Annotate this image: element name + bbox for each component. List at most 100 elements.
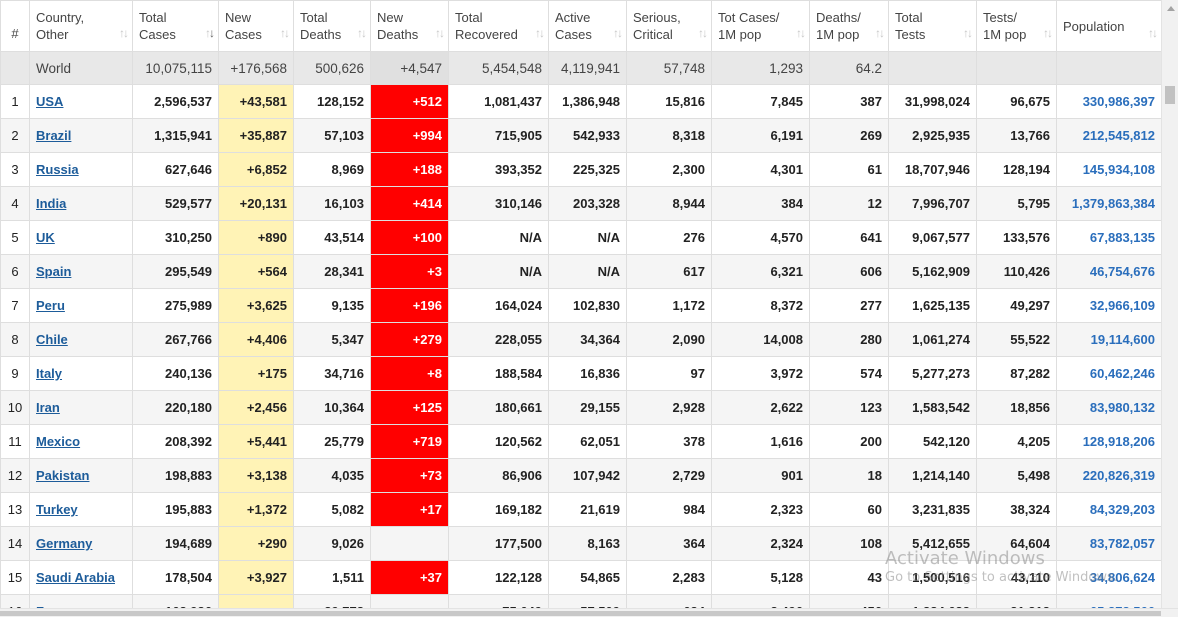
column-header-label: New bbox=[225, 10, 252, 25]
new-cases-cell: +2,456 bbox=[218, 390, 294, 425]
vertical-scrollbar[interactable] bbox=[1161, 0, 1178, 608]
total-recovered-cell: 1,081,437 bbox=[448, 84, 549, 119]
table-row: 5 UK 310,250 +890 43,514 +100 N/A N/A 276 4,570 64… bbox=[0, 220, 1161, 255]
total-deaths-cell: 10,364 bbox=[293, 390, 371, 425]
population-cell: 1,379,863,384 bbox=[1056, 186, 1161, 221]
total-tests-cell: 3,231,835 bbox=[888, 492, 977, 527]
column-header-label: Deaths/ bbox=[816, 10, 861, 25]
total-recovered-cell: 75,649 bbox=[448, 594, 549, 608]
column-header-label: Tot Cases/ bbox=[718, 10, 780, 25]
country-link[interactable]: Iran bbox=[36, 400, 60, 415]
table-row: 6 Spain 295,549 +564 28,341 +3 N/A N/A 617 6,321 6… bbox=[0, 254, 1161, 289]
total-recovered-cell: 393,352 bbox=[448, 152, 549, 187]
column-header-serious-critical[interactable]: Serious, Critical ↑↓ bbox=[626, 0, 712, 52]
deaths-per-1m-cell: 61 bbox=[809, 152, 889, 187]
table-row: 9 Italy 240,136 +175 34,716 +8 188,584 16,836 97… bbox=[0, 356, 1161, 391]
cases-per-1m-cell: 384 bbox=[711, 186, 810, 221]
sort-arrows-icon[interactable]: ↑↓ bbox=[280, 25, 290, 42]
table-row: 2 Brazil 1,315,941 +35,887 57,103 +994 715,905… bbox=[0, 118, 1161, 153]
sort-arrows-icon[interactable]: ↑↓ bbox=[613, 25, 623, 42]
country-link[interactable]: Germany bbox=[36, 536, 92, 551]
total-deaths-cell: 5,082 bbox=[293, 492, 371, 527]
total-cases-cell: 1,315,941 bbox=[132, 118, 219, 153]
country-cell: Saudi Arabia bbox=[29, 560, 133, 595]
country-link[interactable]: Spain bbox=[36, 264, 71, 279]
cases-per-1m-cell: 2,324 bbox=[711, 526, 810, 561]
country-link[interactable]: Brazil bbox=[36, 128, 71, 143]
new-cases-cell: +564 bbox=[218, 254, 294, 289]
sort-arrows-icon[interactable]: ↑↓ bbox=[875, 25, 885, 42]
total-tests-cell: 1,500,516 bbox=[888, 560, 977, 595]
total-cases-cell: 529,577 bbox=[132, 186, 219, 221]
country-link[interactable]: Chile bbox=[36, 332, 68, 347]
column-header-population[interactable]: Population ↑↓ bbox=[1056, 0, 1161, 52]
column-header-label: Total bbox=[895, 10, 923, 25]
new-cases-cell: +3,625 bbox=[218, 288, 294, 323]
sort-arrows-icon[interactable]: ↑↓ bbox=[796, 25, 806, 42]
column-header-tot-cases-1m-pop[interactable]: Tot Cases/1M pop ↑↓ bbox=[711, 0, 810, 52]
row-index: 12 bbox=[0, 458, 30, 493]
country-cell: Spain bbox=[29, 254, 133, 289]
horizontal-scrollbar[interactable] bbox=[0, 608, 1178, 617]
country-link[interactable]: USA bbox=[36, 94, 63, 109]
serious-critical-cell: 1,172 bbox=[626, 288, 712, 323]
column-header-label: 1M pop bbox=[816, 27, 860, 42]
cases-per-1m-cell: 6,321 bbox=[711, 254, 810, 289]
country-link[interactable]: Mexico bbox=[36, 434, 80, 449]
column-header-total-deaths[interactable]: Total Deaths ↑↓ bbox=[293, 0, 371, 52]
column-header-label: Recovered bbox=[455, 27, 518, 42]
column-header-total-tests[interactable]: Total Tests ↑↓ bbox=[888, 0, 977, 52]
sort-arrows-icon[interactable]: ↑↓ bbox=[357, 25, 367, 42]
sort-arrows-icon[interactable]: ↑↓ bbox=[119, 25, 129, 42]
column-header-total-recovered[interactable]: Total Recovered ↑↓ bbox=[448, 0, 549, 52]
vertical-scroll-thumb[interactable] bbox=[1165, 86, 1175, 104]
population-cell: 84,329,203 bbox=[1056, 492, 1161, 527]
total-tests-cell: 18,707,946 bbox=[888, 152, 977, 187]
population-cell: 330,986,397 bbox=[1056, 84, 1161, 119]
column-header-country-other[interactable]: Country, Other ↑↓ bbox=[29, 0, 133, 52]
total-cases-cell: 162,936 bbox=[132, 594, 219, 608]
sort-arrows-icon[interactable]: ↑↓ bbox=[205, 25, 215, 42]
sort-arrows-icon[interactable]: ↑↓ bbox=[963, 25, 973, 42]
column-header-total-cases[interactable]: Total Cases ↑↓ bbox=[132, 0, 219, 52]
world-index bbox=[0, 51, 30, 85]
country-cell: Russia bbox=[29, 152, 133, 187]
country-link[interactable]: Peru bbox=[36, 298, 65, 313]
population-cell: 46,754,676 bbox=[1056, 254, 1161, 289]
serious-critical-cell: 2,729 bbox=[626, 458, 712, 493]
column-header-deaths-1m-pop[interactable]: Deaths/1M pop ↑↓ bbox=[809, 0, 889, 52]
horizontal-scroll-thumb[interactable] bbox=[0, 611, 1161, 616]
country-link[interactable]: Italy bbox=[36, 366, 62, 381]
new-cases-cell: +890 bbox=[218, 220, 294, 255]
country-link[interactable]: Pakistan bbox=[36, 468, 89, 483]
serious-critical-cell: 984 bbox=[626, 492, 712, 527]
new-deaths-cell: +414 bbox=[370, 186, 449, 221]
country-link[interactable]: Saudi Arabia bbox=[36, 570, 115, 585]
column-header-: # bbox=[0, 0, 30, 52]
total-deaths-cell: 25,779 bbox=[293, 424, 371, 459]
sort-arrows-icon[interactable]: ↑↓ bbox=[1148, 25, 1158, 42]
column-header-new-cases[interactable]: New Cases ↑↓ bbox=[218, 0, 294, 52]
column-header-tests-1m-pop[interactable]: Tests/1M pop ↑↓ bbox=[976, 0, 1057, 52]
sort-arrows-icon[interactable]: ↑↓ bbox=[535, 25, 545, 42]
tests-per-1m-cell: 96,675 bbox=[976, 84, 1057, 119]
new-cases-cell: +3,927 bbox=[218, 560, 294, 595]
total-recovered-cell: N/A bbox=[448, 254, 549, 289]
column-header-new-deaths[interactable]: New Deaths ↑↓ bbox=[370, 0, 449, 52]
sort-arrows-icon[interactable]: ↑↓ bbox=[698, 25, 708, 42]
country-link[interactable]: UK bbox=[36, 230, 55, 245]
sort-arrows-icon[interactable]: ↑↓ bbox=[1043, 25, 1053, 42]
scroll-up-arrow-icon[interactable] bbox=[1167, 6, 1175, 11]
country-link[interactable]: Russia bbox=[36, 162, 79, 177]
column-header-active-cases[interactable]: Active Cases ↑↓ bbox=[548, 0, 627, 52]
population-cell: 34,806,624 bbox=[1056, 560, 1161, 595]
deaths-per-1m-cell: 280 bbox=[809, 322, 889, 357]
country-link[interactable]: India bbox=[36, 196, 66, 211]
country-link[interactable]: Turkey bbox=[36, 502, 78, 517]
new-cases-cell: +5,441 bbox=[218, 424, 294, 459]
serious-critical-cell: 617 bbox=[626, 254, 712, 289]
sort-arrows-icon[interactable]: ↑↓ bbox=[435, 25, 445, 42]
total-tests-cell: 542,120 bbox=[888, 424, 977, 459]
population-cell: 83,782,057 bbox=[1056, 526, 1161, 561]
total-tests-cell: 9,067,577 bbox=[888, 220, 977, 255]
